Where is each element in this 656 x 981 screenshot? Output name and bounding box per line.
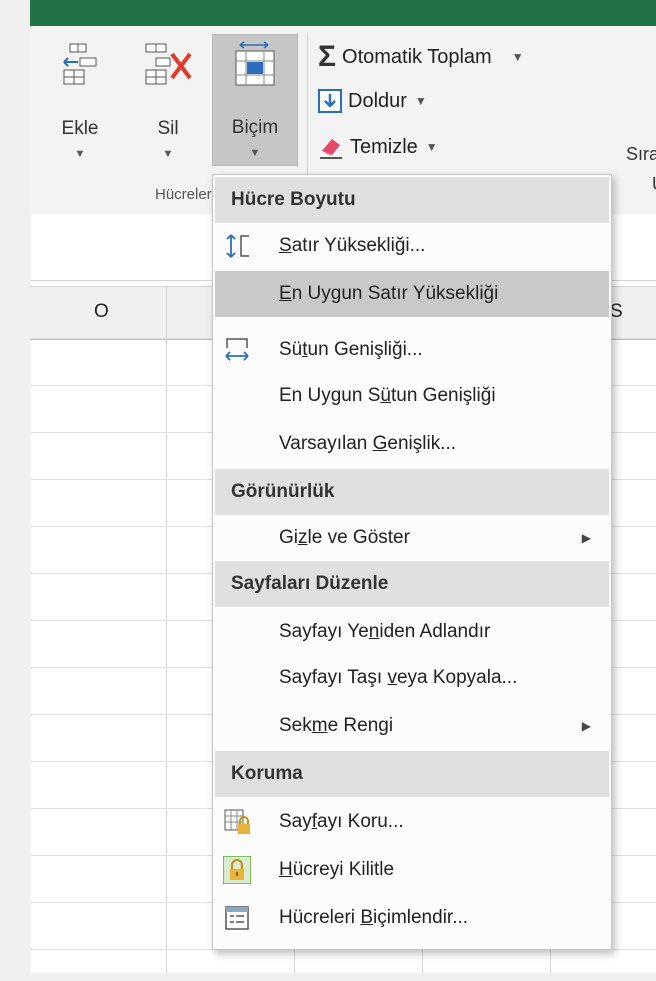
submenu-arrow-icon: ▶ (581, 531, 591, 545)
autosum-label: Otomatik Toplam (342, 45, 492, 68)
insert-cells-icon (63, 43, 97, 85)
delete-label: Sil (157, 118, 179, 139)
menu-item-protect-sheet[interactable]: Sayfayı Koru... (215, 799, 609, 845)
section-cell-size: Hücre Boyutu (215, 177, 609, 223)
fill-down-icon (318, 89, 342, 113)
menu-item-row-height[interactable]: Satır Yüksekliği... (215, 223, 609, 269)
menu-item-default-width[interactable]: Varsayılan Genişlik... (215, 421, 609, 467)
protect-sheet-icon (224, 809, 250, 834)
format-button[interactable]: Biçim ▼ (212, 34, 298, 166)
clear-label: Temizle (350, 135, 418, 158)
section-visibility: Görünürlük (215, 469, 609, 515)
lock-icon (223, 856, 251, 884)
menu-item-move-copy-sheet[interactable]: Sayfayı Taşı veya Kopyala... (215, 655, 609, 701)
menu-item-format-cells[interactable]: Hücreleri Biçimlendir... (215, 895, 609, 941)
format-cells-icon (235, 41, 275, 86)
chevron-down-icon: ▼ (249, 147, 261, 159)
fill-button[interactable]: Doldur ▼ (318, 84, 427, 118)
title-bar (30, 0, 656, 26)
menu-item-lock-cell[interactable]: Hücreyi Kilitle (215, 847, 609, 893)
chevron-down-icon: ▼ (425, 140, 438, 154)
chevron-down-icon: ▼ (162, 148, 174, 160)
eraser-icon (320, 139, 342, 159)
section-organize-sheets: Sayfaları Düzenle (215, 561, 609, 607)
sort-filter-label[interactable]: Sıra (626, 144, 656, 165)
menu-item-rename-sheet[interactable]: Sayfayı Yeniden Adlandır (215, 609, 609, 655)
format-dropdown-menu: Hücre Boyutu Satır Yüksekliği... En Uygu… (212, 174, 612, 950)
submenu-arrow-icon: ▶ (581, 719, 591, 733)
section-protection: Koruma (215, 751, 609, 797)
column-header-o[interactable]: O (94, 301, 109, 323)
grid-line (166, 286, 167, 973)
chevron-down-icon: ▼ (414, 94, 427, 108)
format-label: Biçim (231, 117, 279, 138)
menu-item-tab-color[interactable]: Sekme Rengi ▶ (215, 703, 609, 749)
cells-group-label: Hücreler (155, 186, 212, 203)
clear-button[interactable]: Temizle ▼ (318, 130, 438, 164)
insert-label: Ekle (61, 118, 99, 139)
menu-item-hide-show[interactable]: Gizle ve Göster ▶ (215, 515, 609, 561)
menu-item-autofit-column-width[interactable]: En Uygun Sütun Genişliği (215, 373, 609, 419)
menu-item-autofit-row-height[interactable]: En Uygun Satır Yüksekliği (215, 271, 609, 317)
delete-cells-icon (145, 43, 192, 85)
menu-item-column-width[interactable]: Sütun Genişliği... (215, 327, 609, 373)
sort-filter-label-2: U (652, 174, 656, 195)
sigma-icon: Σ (318, 40, 337, 73)
format-cells-dialog-icon (225, 906, 249, 930)
chevron-down-icon: ▼ (74, 148, 86, 160)
column-width-icon (225, 338, 249, 361)
row-height-icon (226, 234, 249, 258)
group-separator (307, 34, 308, 194)
chevron-down-icon: ▼ (511, 50, 524, 64)
fill-label: Doldur (348, 89, 407, 112)
delete-button[interactable]: Sil ▼ (136, 36, 200, 186)
insert-button[interactable]: Ekle ▼ (48, 36, 112, 186)
autosum-button[interactable]: Σ Otomatik Toplam ▼ (318, 40, 524, 74)
